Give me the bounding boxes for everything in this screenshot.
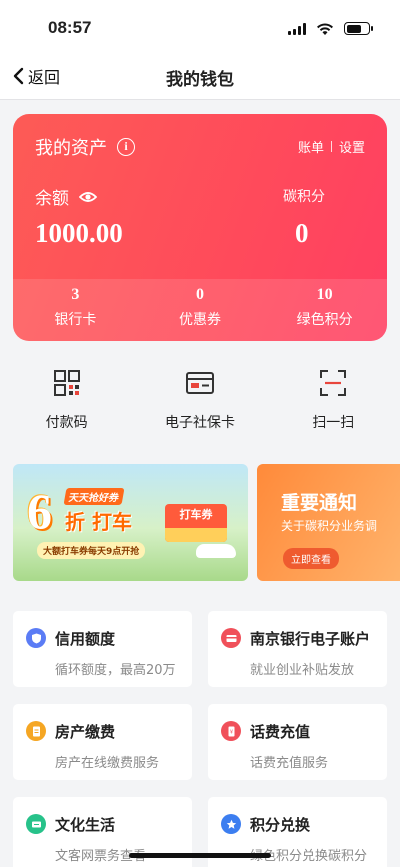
service-title: 积分兑换 <box>250 816 311 834</box>
payment-qr-icon <box>53 370 80 396</box>
taxi-coupon-graphic: 打车券 <box>165 504 227 542</box>
notice-title: 重要通知 <box>281 492 358 514</box>
quick-actions: 付款码 电子社保卡 扫一扫 <box>0 368 400 432</box>
page-title: 我的钱包 <box>166 70 234 90</box>
bank-card-icon <box>221 628 241 648</box>
service-subtitle: 就业创业补贴发放 <box>250 663 355 678</box>
banner-headline: 折 打车 <box>65 510 132 534</box>
status-icons <box>288 22 373 35</box>
notice-view-button[interactable]: 立即查看 <box>283 548 339 569</box>
stat-coupons[interactable]: 0 优惠券 <box>138 279 263 341</box>
taxi-coupon-banner[interactable]: 6 天天抢好券 折 打车 大额打车券每天9点开抢 打车券 <box>13 464 248 581</box>
banner-tag: 天天抢好券 <box>63 488 125 505</box>
credit-shield-icon <box>26 628 46 648</box>
balance-label: 余额 <box>35 189 69 209</box>
stat-value: 10 <box>316 286 333 303</box>
carbon-label: 碳积分 <box>283 189 325 205</box>
stat-label: 优惠券 <box>179 312 221 328</box>
service-property-bill[interactable]: 房产缴费 房产在线缴费服务 <box>13 704 192 780</box>
stat-value: 3 <box>71 286 80 303</box>
asset-header: 我的资产 i <box>35 134 135 160</box>
car-illustration <box>196 544 236 558</box>
status-time: 08:57 <box>48 18 92 37</box>
settings-link[interactable]: 设置 <box>339 137 365 156</box>
eye-icon[interactable] <box>79 191 97 203</box>
star-exchange-icon <box>221 814 241 834</box>
service-bank-account[interactable]: 南京银行电子账户 就业创业补贴发放 <box>208 611 387 687</box>
service-title: 房产缴费 <box>55 723 116 741</box>
banner-subline: 大额打车券每天9点开抢 <box>37 542 146 559</box>
wifi-icon <box>317 22 333 35</box>
payment-code-button[interactable]: 付款码 <box>0 368 133 432</box>
status-bar: 08:57 <box>0 0 400 52</box>
stat-bank-cards[interactable]: 3 银行卡 <box>13 279 138 341</box>
carbon-value: 0 <box>295 218 309 248</box>
cellular-signal-icon <box>288 22 306 35</box>
stat-label: 银行卡 <box>54 312 97 328</box>
culture-ticket-icon <box>26 814 46 834</box>
balance-value: 1000.00 <box>35 218 123 248</box>
service-title: 文化生活 <box>55 816 116 834</box>
asset-title: 我的资产 <box>35 138 107 159</box>
quick-label: 付款码 <box>45 415 88 431</box>
asset-links: 账单 设置 <box>298 137 365 156</box>
quick-label: 扫一扫 <box>312 415 355 431</box>
stat-green-points[interactable]: 10 绿色积分 <box>262 279 387 341</box>
link-divider <box>330 141 332 152</box>
notice-subtitle: 关于碳积分业务调 <box>281 519 378 533</box>
scan-icon <box>320 370 347 396</box>
phone-recharge-icon: ¥ <box>221 721 241 741</box>
social-security-card-button[interactable]: 电子社保卡 <box>133 368 266 432</box>
service-subtitle: 话费充值服务 <box>250 756 329 771</box>
notice-banner[interactable]: 重要通知 关于碳积分业务调 立即查看 <box>257 464 400 581</box>
bill-link[interactable]: 账单 <box>298 137 324 156</box>
battery-icon <box>344 22 373 35</box>
service-title: 话费充值 <box>250 723 311 741</box>
service-title: 南京银行电子账户 <box>250 630 371 648</box>
property-bill-icon <box>26 721 46 741</box>
home-indicator[interactable] <box>129 853 271 858</box>
service-title: 信用额度 <box>55 630 116 648</box>
nav-bar: 返回 我的钱包 <box>0 52 400 100</box>
service-subtitle: 房产在线缴费服务 <box>55 756 160 771</box>
stat-value: 0 <box>196 286 204 303</box>
svg-text:¥: ¥ <box>229 729 232 735</box>
balance-label-row: 余额 <box>35 184 97 209</box>
service-phone-recharge[interactable]: ¥ 话费充值 话费充值服务 <box>208 704 387 780</box>
quick-label: 电子社保卡 <box>164 415 235 431</box>
service-credit-limit[interactable]: 信用额度 循环额度，最高20万 <box>13 611 192 687</box>
service-subtitle: 循环额度，最高20万 <box>55 663 176 678</box>
stat-label: 绿色积分 <box>296 312 353 328</box>
asset-stats: 3 银行卡 0 优惠券 10 绿色积分 <box>13 279 387 341</box>
social-security-card-icon <box>185 372 214 394</box>
scan-button[interactable]: 扫一扫 <box>267 368 400 432</box>
banner-big-number: 6 <box>27 483 52 539</box>
info-icon[interactable]: i <box>117 138 135 156</box>
asset-card: 我的资产 i 账单 设置 余额 碳积分 1000.00 0 3 银行卡 0 优惠… <box>13 114 387 341</box>
